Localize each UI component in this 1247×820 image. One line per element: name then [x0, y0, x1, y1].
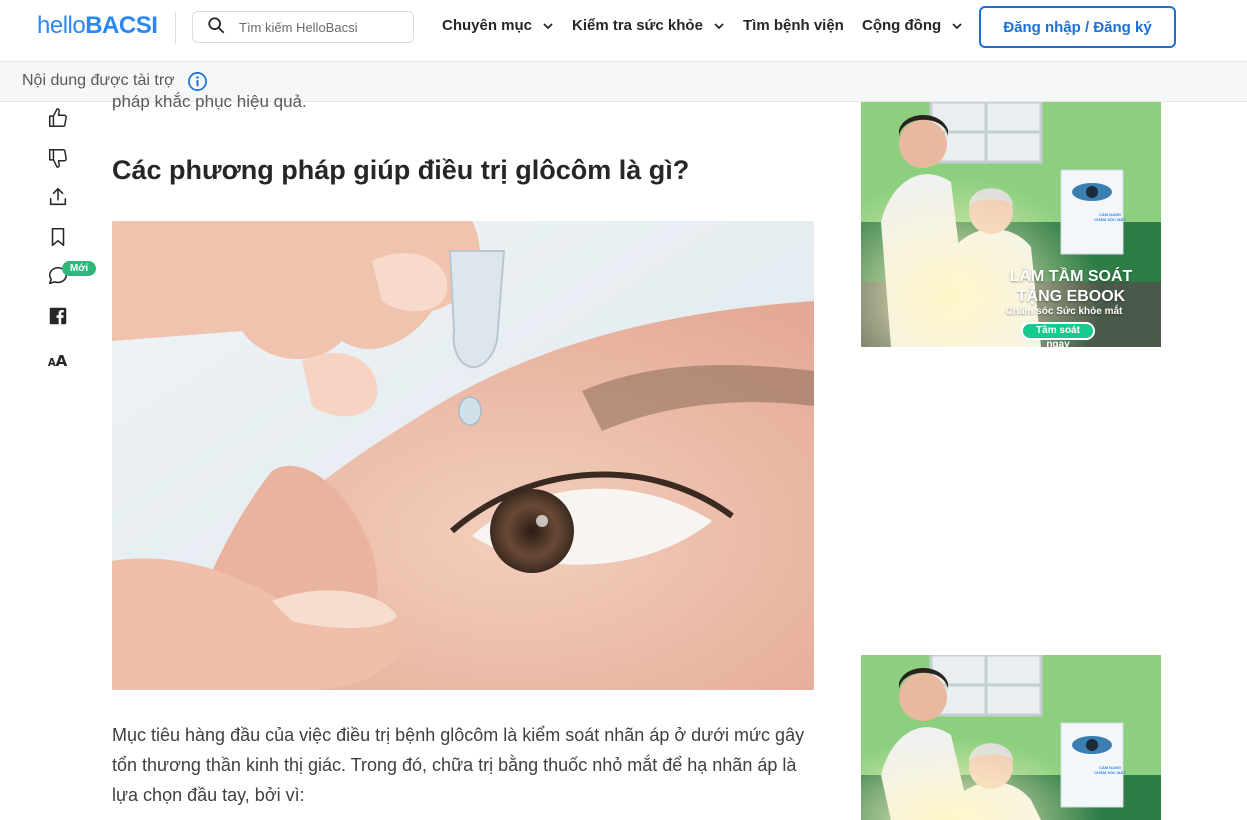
ad-banner-eye-screening-2[interactable]: CẨM NANG CHĂM SÓC MẮT	[861, 655, 1161, 820]
facebook-icon	[49, 307, 67, 325]
ad-book-title: CẨM NANG CHĂM SÓC MẮT	[1094, 212, 1126, 222]
logo[interactable]: helloBACSI	[37, 12, 158, 40]
article-text-cut: pháp khắc phục hiệu quả.	[112, 92, 307, 111]
bookmark-button[interactable]	[44, 223, 72, 251]
login-button[interactable]: Đăng nhập / Đăng ký	[979, 6, 1176, 48]
ad-cta-button[interactable]: Tầm soát ngay	[1021, 322, 1095, 347]
thumbs-down-icon	[49, 149, 67, 168]
new-comment-badge: Mới	[62, 261, 96, 276]
dislike-button[interactable]	[44, 144, 72, 172]
nav-chuyen-muc[interactable]: Chuyên mục	[442, 17, 554, 34]
svg-text:A: A	[55, 352, 67, 370]
article-paragraph: Mục tiêu hàng đầu của việc điều trị bệnh…	[112, 725, 805, 805]
ad-headline-2: TẶNG EBOOK	[1016, 288, 1126, 305]
chevron-down-icon	[543, 22, 553, 29]
facebook-share-button[interactable]	[44, 302, 72, 330]
nav-kiem-tra-suc-khoe[interactable]: Kiểm tra sức khỏe	[572, 17, 725, 34]
chevron-down-icon	[714, 22, 724, 29]
article-heading: Các phương pháp giúp điều trị glôcôm là …	[112, 155, 690, 185]
site-header: helloBACSI Chuyên mục Kiểm tra sức khỏe …	[0, 0, 1247, 62]
like-button[interactable]	[44, 104, 72, 132]
header-divider	[175, 12, 176, 44]
thumbs-up-icon	[49, 108, 67, 127]
info-icon[interactable]	[187, 71, 208, 92]
font-size-button[interactable]: AA	[44, 345, 72, 373]
ad-banner-eye-screening[interactable]: LÀM TẦM SOÁT TẶNG EBOOK Chăm sóc Sức khỏ…	[861, 102, 1161, 347]
bookmark-icon	[51, 227, 65, 247]
nav-cong-dong[interactable]: Cộng đồng	[862, 17, 963, 34]
share-icon	[49, 187, 67, 206]
share-button[interactable]	[44, 183, 72, 211]
ad-book-title: CẨM NANG CHĂM SÓC MẮT	[1094, 765, 1126, 775]
search-box[interactable]	[192, 11, 414, 43]
article-image-eye-drops	[112, 221, 814, 690]
ad-headline-1: LÀM TẦM SOÁT	[1009, 268, 1133, 285]
search-input[interactable]	[239, 19, 399, 35]
nav-tim-benh-vien[interactable]: Tìm bệnh viện	[743, 17, 844, 34]
sponsored-label: Nội dung được tài trợ	[22, 72, 175, 89]
font-size-icon: AA	[48, 352, 68, 370]
search-icon	[207, 16, 225, 39]
ad-subline: Chăm sóc Sức khỏe mắt	[1005, 306, 1123, 317]
chevron-down-icon	[952, 22, 962, 29]
